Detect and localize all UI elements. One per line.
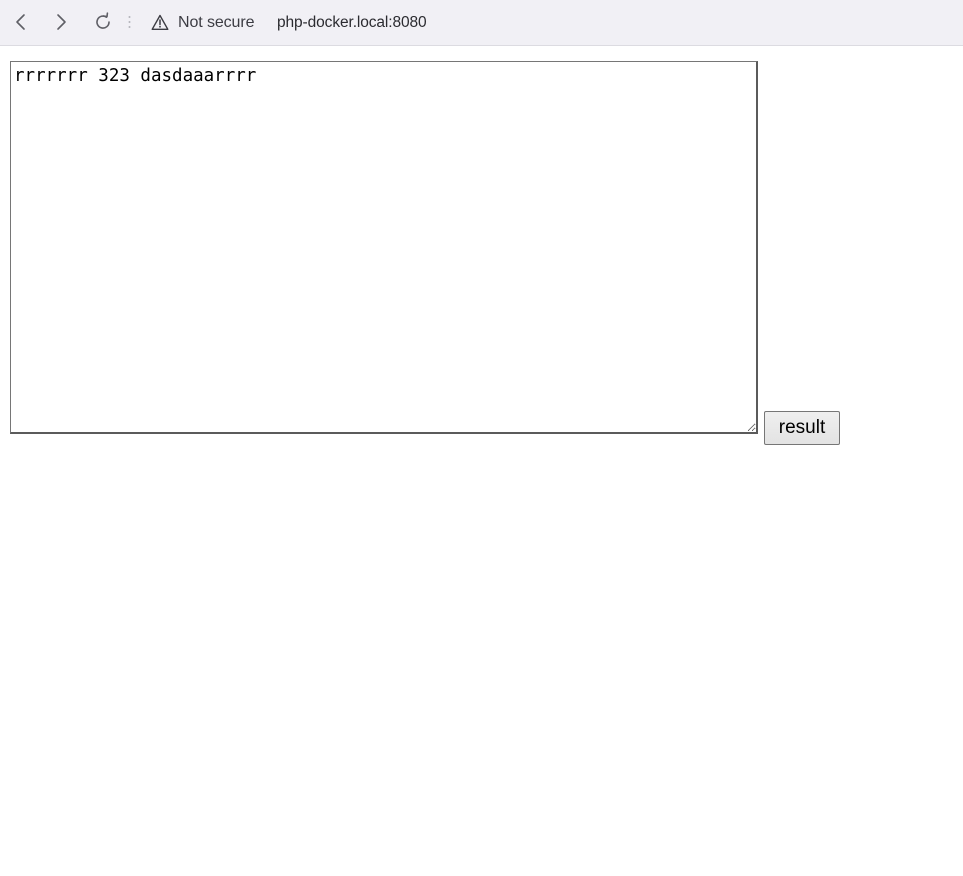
forward-button[interactable] <box>50 11 72 33</box>
back-button[interactable] <box>10 11 32 33</box>
page-content: rrrrrrr 323 dasdaaarrrr result <box>0 47 963 876</box>
address-bar-url[interactable]: php-docker.local:8080 <box>277 13 427 33</box>
chevron-right-icon <box>57 14 66 30</box>
browser-toolbar: Not secure php-docker.local:8080 <box>0 0 963 46</box>
result-button[interactable]: result <box>764 411 840 445</box>
chevron-left-icon <box>16 14 25 30</box>
reload-icon <box>96 12 110 29</box>
text-input-area[interactable]: rrrrrrr 323 dasdaaarrrr <box>10 61 758 434</box>
warning-triangle-icon[interactable] <box>151 14 169 31</box>
toolbar-separator <box>128 16 131 28</box>
reload-button[interactable] <box>92 11 114 33</box>
security-status-label[interactable]: Not secure <box>178 13 254 33</box>
